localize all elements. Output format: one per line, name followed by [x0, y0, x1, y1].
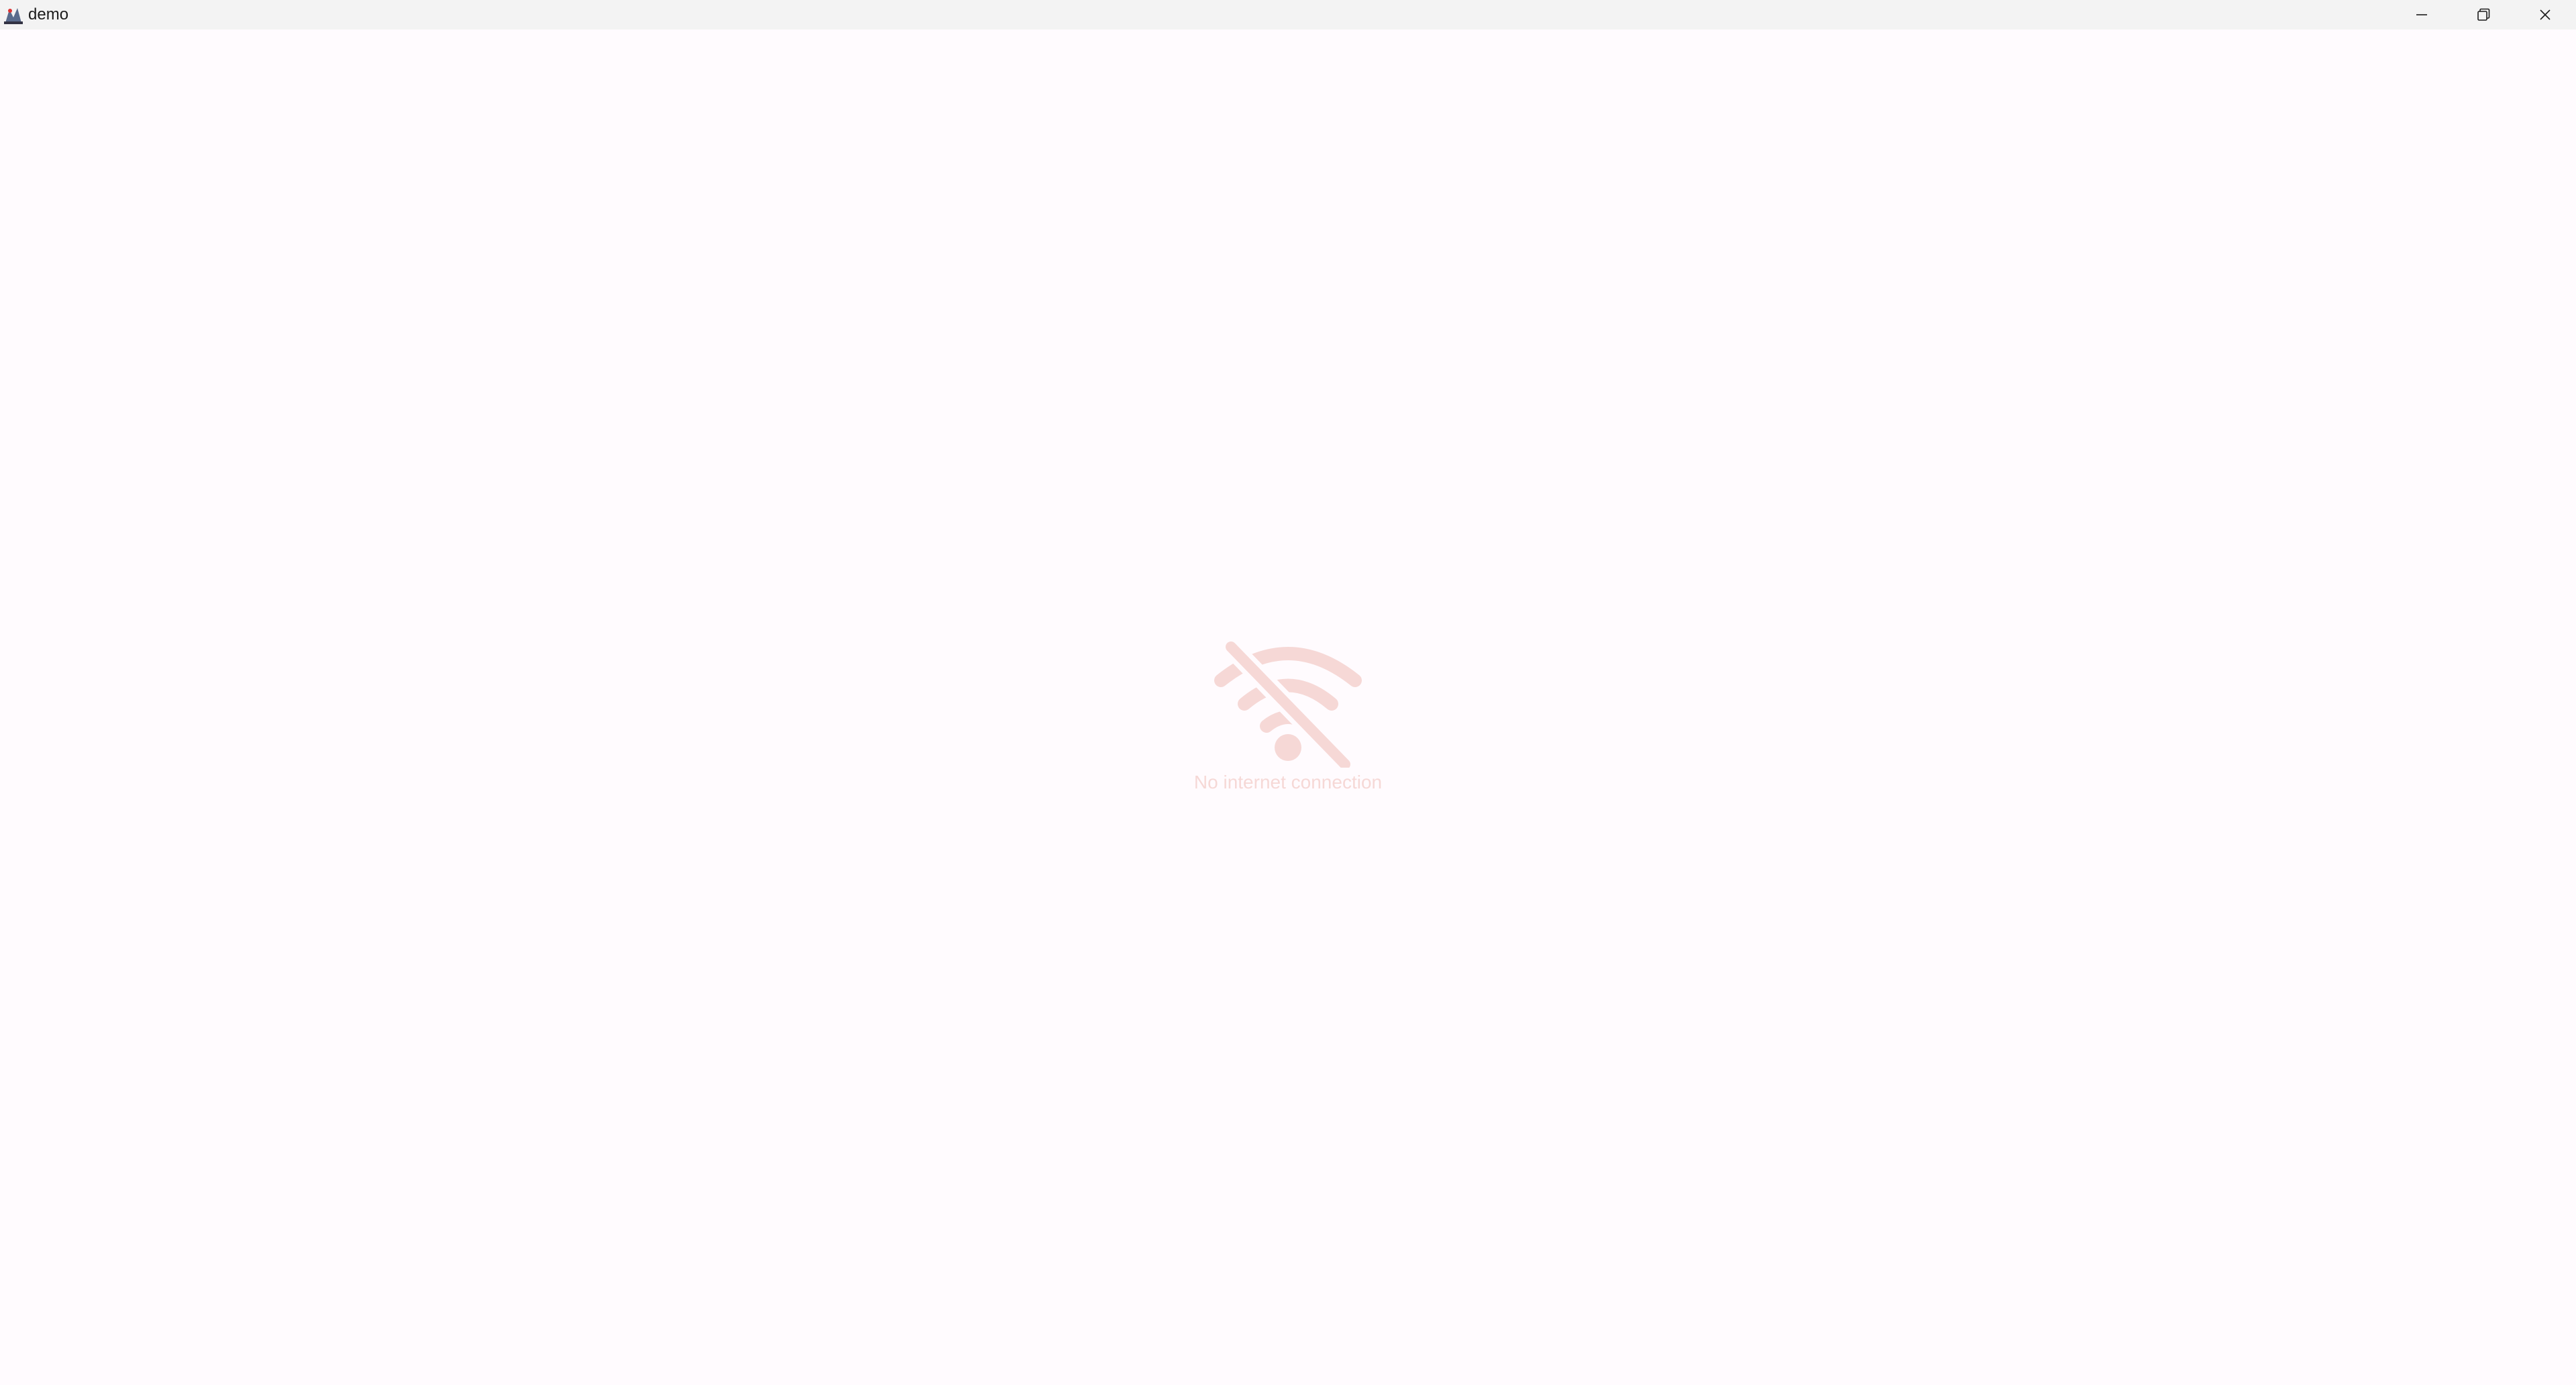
- window-controls: [2391, 0, 2576, 30]
- main-content: No internet connection: [0, 30, 2576, 1385]
- close-icon: [2540, 9, 2551, 20]
- restore-button[interactable]: [2453, 0, 2514, 30]
- restore-icon: [2477, 8, 2490, 21]
- minimize-button[interactable]: [2391, 0, 2453, 30]
- offline-status: No internet connection: [1181, 640, 1395, 793]
- status-message: No internet connection: [1193, 772, 1383, 792]
- java-duke-icon: [1, 3, 25, 27]
- minimize-icon: [2416, 14, 2427, 15]
- close-button[interactable]: [2514, 0, 2576, 30]
- app-window: demo No internet connection: [0, 0, 2576, 1385]
- window-title: demo: [28, 5, 69, 23]
- wifi-off-icon: [1214, 640, 1362, 768]
- title-bar[interactable]: demo: [0, 0, 2576, 30]
